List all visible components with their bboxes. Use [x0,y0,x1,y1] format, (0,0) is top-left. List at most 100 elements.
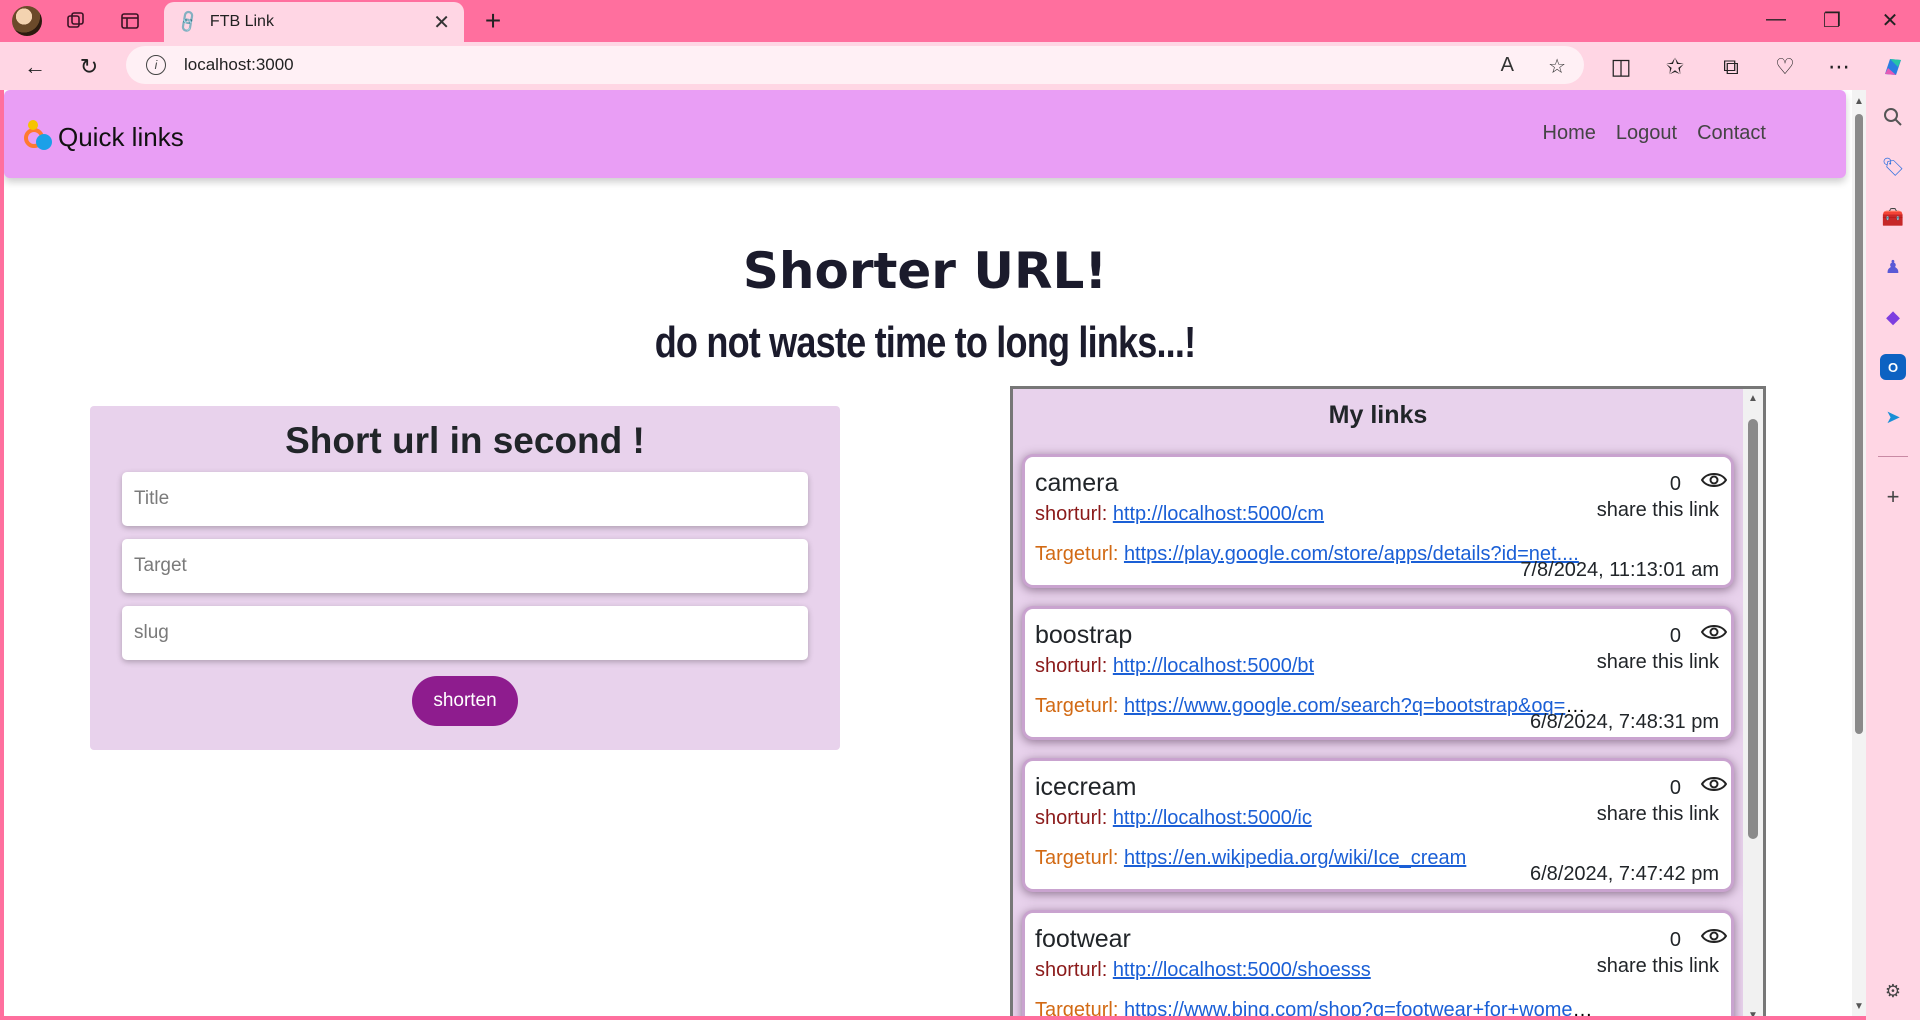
page-scroll-down-icon[interactable]: ▼ [1854,1001,1864,1012]
collections-icon[interactable]: ⧉ [1716,52,1746,82]
target-input[interactable] [122,539,808,593]
add-sidebar-item-icon[interactable]: + [1880,484,1906,510]
shorturl-label: shorturl: [1035,503,1108,525]
games-icon[interactable]: ♟ [1880,254,1906,280]
settings-gear-icon[interactable]: ⚙ [1880,978,1906,1004]
title-input[interactable] [122,472,808,526]
hero-title: Shorter URL! [742,242,1108,300]
favorite-star-icon[interactable]: ☆ [1548,54,1566,79]
more-options-icon[interactable]: ⋯ [1824,52,1854,82]
minimize-icon[interactable]: — [1756,8,1796,31]
outlook-icon[interactable]: O [1880,354,1906,380]
search-icon[interactable] [1880,104,1906,130]
menu-home[interactable]: Home [1543,122,1596,145]
links-title: My links [1328,401,1428,429]
links-scrollbar[interactable]: ▲ ▼ [1743,389,1763,1016]
menu-logout[interactable]: Logout [1616,122,1677,145]
target-url-link[interactable]: https://www.bing.com/shop?q=footwear+for… [1124,999,1595,1016]
link-card: camera 0 share this link shorturl: http:… [1025,457,1731,585]
tools-icon[interactable]: 🧰 [1880,204,1906,230]
share-link[interactable]: share this link [1597,651,1719,674]
office-icon[interactable]: ◆ [1880,304,1906,330]
link-date: 6/8/2024, 7:47:42 pm [1529,863,1719,885]
link-date: 6/8/2024, 7:48:31 pm [1529,711,1719,733]
split-screen-icon[interactable]: ◫ [1606,52,1636,82]
share-link[interactable]: share this link [1597,499,1719,522]
vertical-tabs-icon[interactable] [116,8,144,34]
read-aloud-icon[interactable]: A [1501,54,1514,77]
scroll-up-arrow-icon[interactable]: ▲ [1748,393,1758,404]
shorturl-label: shorturl: [1035,655,1108,677]
links-scroll-thumb[interactable] [1748,419,1758,839]
link-title: icecream [1035,773,1137,801]
link-card: footwear 0 share this link shorturl: htt… [1025,913,1731,1016]
slug-input[interactable] [122,606,808,660]
browser-toolbar: ← ↻ i localhost:3000 A ☆ ◫ ✩ ⧉ ♡ ⋯ [0,42,1920,90]
reload-icon[interactable]: ↻ [74,52,104,82]
link-title: camera [1035,469,1119,497]
favorites-icon[interactable]: ✩ [1660,52,1690,82]
back-icon[interactable]: ← [20,52,50,82]
address-url: localhost:3000 [184,55,294,74]
workspaces-icon[interactable] [62,8,90,34]
targeturl-label: Targeturl: [1035,543,1119,565]
scroll-down-arrow-icon[interactable]: ▼ [1748,1010,1758,1016]
views-eye-icon [1701,473,1727,487]
view-count: 0 [1669,473,1681,495]
page-scroll-thumb[interactable] [1855,114,1863,734]
share-link[interactable]: share this link [1597,803,1719,826]
shopping-tag-icon[interactable]: 🏷 [1880,154,1906,180]
new-tab-button[interactable]: + [478,5,508,36]
site-info-icon[interactable]: i [146,55,166,75]
menu-contact[interactable]: Contact [1697,122,1766,145]
sidebar-divider [1878,456,1908,457]
brand[interactable]: Quick links [22,120,184,154]
views-eye-icon [1701,929,1727,943]
form-title: Short url in second ! [285,420,645,461]
target-url-link[interactable]: https://play.google.com/store/apps/detai… [1124,543,1579,565]
targeturl-label: Targeturl: [1035,847,1119,869]
shorturl-label: shorturl: [1035,807,1108,829]
browser-tab-bar: 🔗 FTB Link ✕ + — ❐ ✕ [0,0,1920,42]
shorturl-label: shorturl: [1035,959,1108,981]
page-scrollbar[interactable]: ▲ ▼ [1852,90,1866,1016]
page-viewport: Quick links Home Logout Contact Shorter … [4,90,1866,1016]
brand-name: Quick links [58,121,184,152]
short-url-link[interactable]: http://localhost:5000/cm [1113,503,1324,525]
view-count: 0 [1669,929,1681,951]
targeturl-label: Targeturl: [1035,695,1119,717]
tab-title: FTB Link [209,13,274,30]
share-link[interactable]: share this link [1597,955,1719,978]
shorten-form: Short url in second ! shorten [90,406,840,750]
active-tab[interactable]: 🔗 FTB Link ✕ [164,2,464,42]
close-window-icon[interactable]: ✕ [1870,8,1910,33]
restore-icon[interactable]: ❐ [1812,8,1852,33]
view-count: 0 [1669,625,1681,647]
tab-close-icon[interactable]: ✕ [433,10,450,35]
my-links-panel[interactable]: My links camera 0 share this link shortu… [1010,386,1766,1016]
profile-avatar[interactable] [12,6,42,36]
views-eye-icon [1701,777,1727,791]
view-count: 0 [1669,777,1681,799]
short-url-link[interactable]: http://localhost:5000/shoesss [1113,959,1371,981]
link-card: icecream 0 share this link shorturl: htt… [1025,761,1731,889]
shorten-button[interactable]: shorten [412,676,518,726]
browser-essentials-icon[interactable]: ♡ [1770,52,1800,82]
page-scroll-up-icon[interactable]: ▲ [1854,96,1864,107]
target-url-link[interactable]: https://www.google.com/search?q=bootstra… [1124,695,1595,717]
link-favicon-icon: 🔗 [175,9,202,36]
target-url-link[interactable]: https://en.wikipedia.org/wiki/Ice_cream [1124,847,1466,869]
send-icon[interactable]: ➤ [1880,404,1906,430]
link-title: footwear [1035,925,1131,953]
short-url-link[interactable]: http://localhost:5000/ic [1113,807,1312,829]
browser-sidebar: 🏷 🧰 ♟ ◆ O ➤ + ⚙ [1866,90,1920,1020]
quick-links-logo-icon [22,120,56,154]
copilot-icon[interactable] [1878,52,1908,82]
views-eye-icon [1701,625,1727,639]
short-url-link[interactable]: http://localhost:5000/bt [1113,655,1314,677]
site-menu: Home Logout Contact [1543,122,1766,145]
link-card: boostrap 0 share this link shorturl: htt… [1025,609,1731,737]
link-date: 7/8/2024, 11:13:01 am [1520,559,1719,581]
address-bar[interactable]: i localhost:3000 A ☆ [126,46,1584,84]
hero-subtitle: do not waste time to long links...! [654,318,1196,367]
